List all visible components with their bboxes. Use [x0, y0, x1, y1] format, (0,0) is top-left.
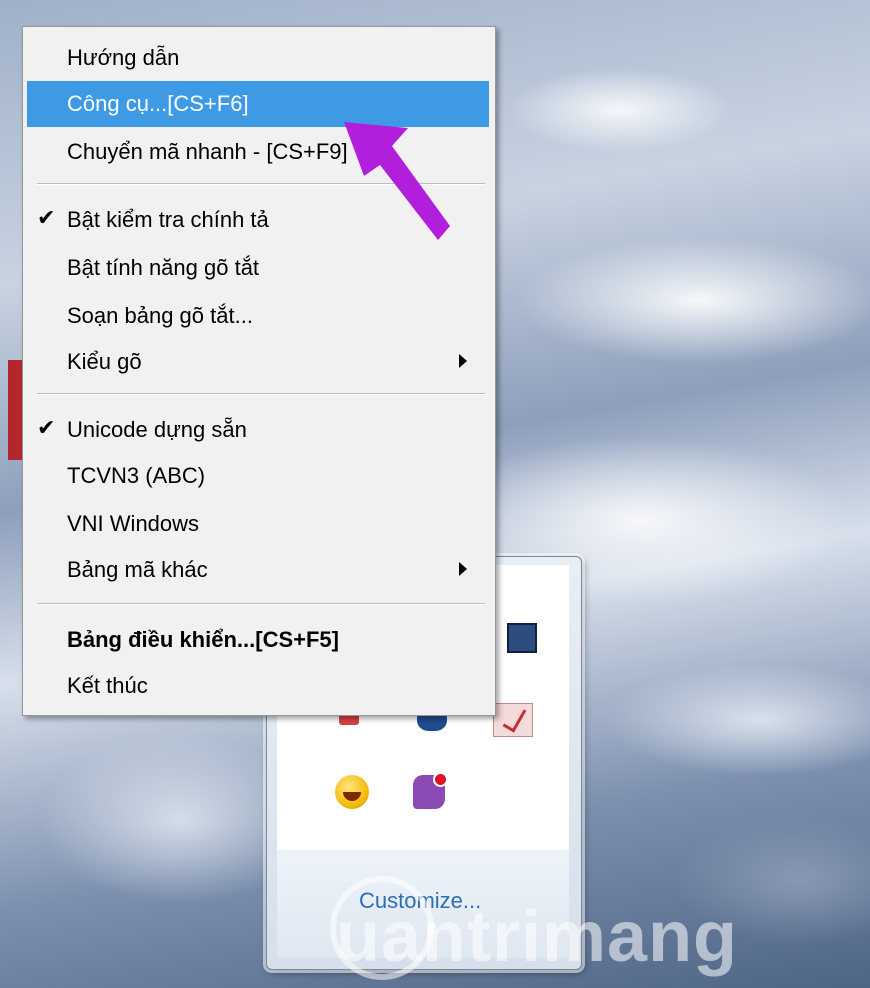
watermark: uantrimang [336, 897, 739, 977]
annotation-arrow-icon [344, 122, 450, 240]
